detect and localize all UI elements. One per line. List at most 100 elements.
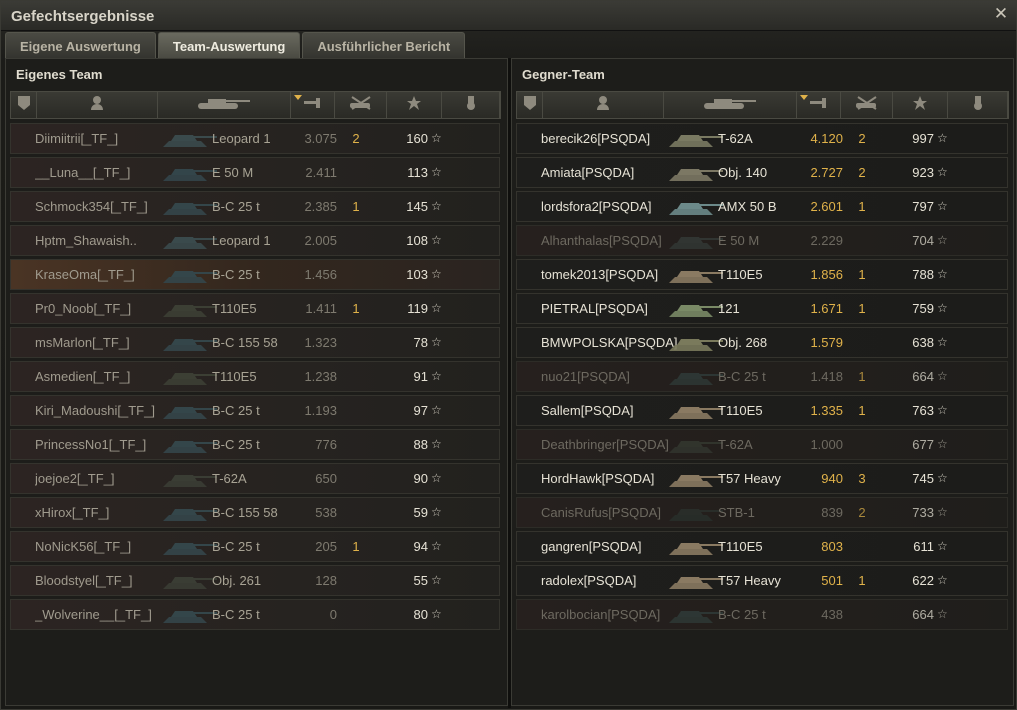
column-header-player[interactable]: [543, 92, 664, 118]
star-icon: ☆: [937, 335, 948, 349]
kills-value: [847, 328, 877, 357]
player-row[interactable]: HordHawk[PSQDA] T57 Heavy 940 3 745 ☆: [516, 463, 1008, 494]
score-value: 733: [912, 505, 934, 520]
tank-icon: [161, 331, 219, 355]
star-icon: ☆: [937, 505, 948, 519]
tank-icon: [667, 501, 725, 525]
column-header-squad[interactable]: [517, 92, 543, 118]
experience-value: 501: [821, 573, 843, 588]
star-icon: ☆: [431, 505, 442, 519]
column-header-experience[interactable]: [797, 92, 841, 118]
player-row[interactable]: PrincessNo1[_TF_] B-C 25 t 776 88 ☆: [10, 429, 500, 460]
player-row[interactable]: BMWPOLSKA[PSQDA] Obj. 268 1.579 638 ☆: [516, 327, 1008, 358]
experience-value: 2.601: [810, 199, 843, 214]
player-icon: [90, 95, 104, 116]
player-row[interactable]: gangren[PSQDA] T110E5 803 611 ☆: [516, 531, 1008, 562]
player-row[interactable]: Deathbringer[PSQDA] T-62A 1.000 677 ☆: [516, 429, 1008, 460]
tab-team-report[interactable]: Team-Auswertung: [157, 32, 301, 58]
tank-icon: [667, 433, 725, 457]
experience-icon: [302, 95, 324, 116]
star-icon: ☆: [937, 471, 948, 485]
player-row[interactable]: Bloodstyel[_TF_] Obj. 261 128 55 ☆: [10, 565, 500, 596]
squad-icon: [17, 95, 31, 116]
player-row[interactable]: msMarlon[_TF_] B-C 155 58 1.323 78 ☆: [10, 327, 500, 358]
column-header-medal[interactable]: [948, 92, 1008, 118]
player-row[interactable]: lordsfora2[PSQDA] AMX 50 B 2.601 1 797 ☆: [516, 191, 1008, 222]
tank-icon: [667, 399, 725, 423]
column-header-tank[interactable]: [158, 92, 291, 118]
column-header-medal[interactable]: [442, 92, 500, 118]
player-row[interactable]: nuo21[PSQDA] B-C 25 t 1.418 1 664 ☆: [516, 361, 1008, 392]
player-row[interactable]: PIETRAL[PSQDA] 121 1.671 1 759 ☆: [516, 293, 1008, 324]
experience-value: 1.411: [305, 301, 337, 316]
tank-icon: [667, 467, 725, 491]
kills-icon: [854, 95, 880, 116]
column-header-squad[interactable]: [11, 92, 37, 118]
column-header-score[interactable]: [387, 92, 442, 118]
tab-detailed-report[interactable]: Ausführlicher Bericht: [302, 32, 466, 58]
player-row[interactable]: Pr0_Noob[_TF_] T110E5 1.411 1 119 ☆: [10, 293, 500, 324]
player-row[interactable]: xHirox[_TF_] B-C 155 58 538 59 ☆: [10, 497, 500, 528]
kills-value: 2: [858, 165, 866, 180]
score-value: 997: [912, 131, 934, 146]
column-header-experience[interactable]: [291, 92, 335, 118]
player-row[interactable]: Alhanthalas[PSQDA] E 50 M 2.229 704 ☆: [516, 225, 1008, 256]
tank-icon: [667, 161, 725, 185]
player-row[interactable]: radolex[PSQDA] T57 Heavy 501 1 622 ☆: [516, 565, 1008, 596]
star-icon: ☆: [937, 607, 948, 621]
score-value: 704: [912, 233, 934, 248]
player-row[interactable]: _Wolverine__[_TF_] B-C 25 t 0 80 ☆: [10, 599, 500, 630]
star-icon: ☆: [431, 573, 442, 587]
score-value: 88: [413, 437, 428, 452]
player-row[interactable]: tomek2013[PSQDA] T110E5 1.856 1 788 ☆: [516, 259, 1008, 290]
tank-icon: [161, 399, 219, 423]
player-row[interactable]: karolbocian[PSQDA] B-C 25 t 438 664 ☆: [516, 599, 1008, 630]
score-value: 611: [913, 539, 934, 554]
kills-value: 2: [352, 131, 360, 146]
close-icon[interactable]: ✕: [992, 5, 1010, 23]
tank-icon: [667, 297, 725, 321]
player-row[interactable]: CanisRufus[PSQDA] STB-1 839 2 733 ☆: [516, 497, 1008, 528]
star-icon: ☆: [937, 131, 948, 145]
player-row[interactable]: Kiri_Madoushi[_TF_] B-C 25 t 1.193 97 ☆: [10, 395, 500, 426]
score-value: 638: [912, 335, 934, 350]
kills-value: 1: [858, 573, 866, 588]
tank-icon: [667, 535, 725, 559]
column-header-tank[interactable]: [664, 92, 797, 118]
score-value: 94: [413, 539, 428, 554]
kills-value: 1: [352, 539, 360, 554]
experience-value: 3.075: [304, 131, 337, 146]
experience-value: 128: [315, 573, 337, 588]
player-row[interactable]: Diimiitrii[_TF_] Leopard 1 3.075 2 160 ☆: [10, 123, 500, 154]
experience-value: 538: [315, 505, 337, 520]
player-row[interactable]: __Luna__[_TF_] E 50 M 2.411 113 ☆: [10, 157, 500, 188]
experience-value: 1.335: [810, 403, 843, 418]
score-value: 622: [912, 573, 934, 588]
player-row[interactable]: Hptm_Shawaish.. Leopard 1 2.005 108 ☆: [10, 225, 500, 256]
enemy-team-header: [516, 91, 1009, 119]
player-row[interactable]: Asmedien[_TF_] T110E5 1.238 91 ☆: [10, 361, 500, 392]
player-row[interactable]: Amiata[PSQDA] Obj. 140 2.727 2 923 ☆: [516, 157, 1008, 188]
score-value: 664: [912, 607, 934, 622]
tab-personal-report[interactable]: Eigene Auswertung: [5, 32, 156, 58]
player-row[interactable]: Sallem[PSQDA] T110E5 1.335 1 763 ☆: [516, 395, 1008, 426]
score-value: 91: [413, 369, 428, 384]
star-icon: ☆: [431, 199, 442, 213]
kills-value: 1: [352, 199, 360, 214]
kills-value: [341, 396, 371, 425]
player-row[interactable]: NoNicK56[_TF_] B-C 25 t 205 1 94 ☆: [10, 531, 500, 562]
column-header-score[interactable]: [893, 92, 948, 118]
tank-icon: [667, 229, 725, 253]
experience-value: 1.418: [810, 369, 843, 384]
player-row[interactable]: berecik26[PSQDA] T-62A 4.120 2 997 ☆: [516, 123, 1008, 154]
player-row[interactable]: joejoe2[_TF_] T-62A 650 90 ☆: [10, 463, 500, 494]
column-header-player[interactable]: [37, 92, 158, 118]
tank-icon: [702, 95, 758, 116]
column-header-kills[interactable]: [841, 92, 893, 118]
column-header-kills[interactable]: [335, 92, 387, 118]
player-row[interactable]: KraseOma[_TF_] B-C 25 t 1.456 103 ☆: [10, 259, 500, 290]
player-row[interactable]: Schmock354[_TF_] B-C 25 t 2.385 1 145 ☆: [10, 191, 500, 222]
kills-value: [341, 464, 371, 493]
score-value: 923: [912, 165, 934, 180]
tab-bar: Eigene Auswertung Team-Auswertung Ausfüh…: [5, 32, 467, 58]
